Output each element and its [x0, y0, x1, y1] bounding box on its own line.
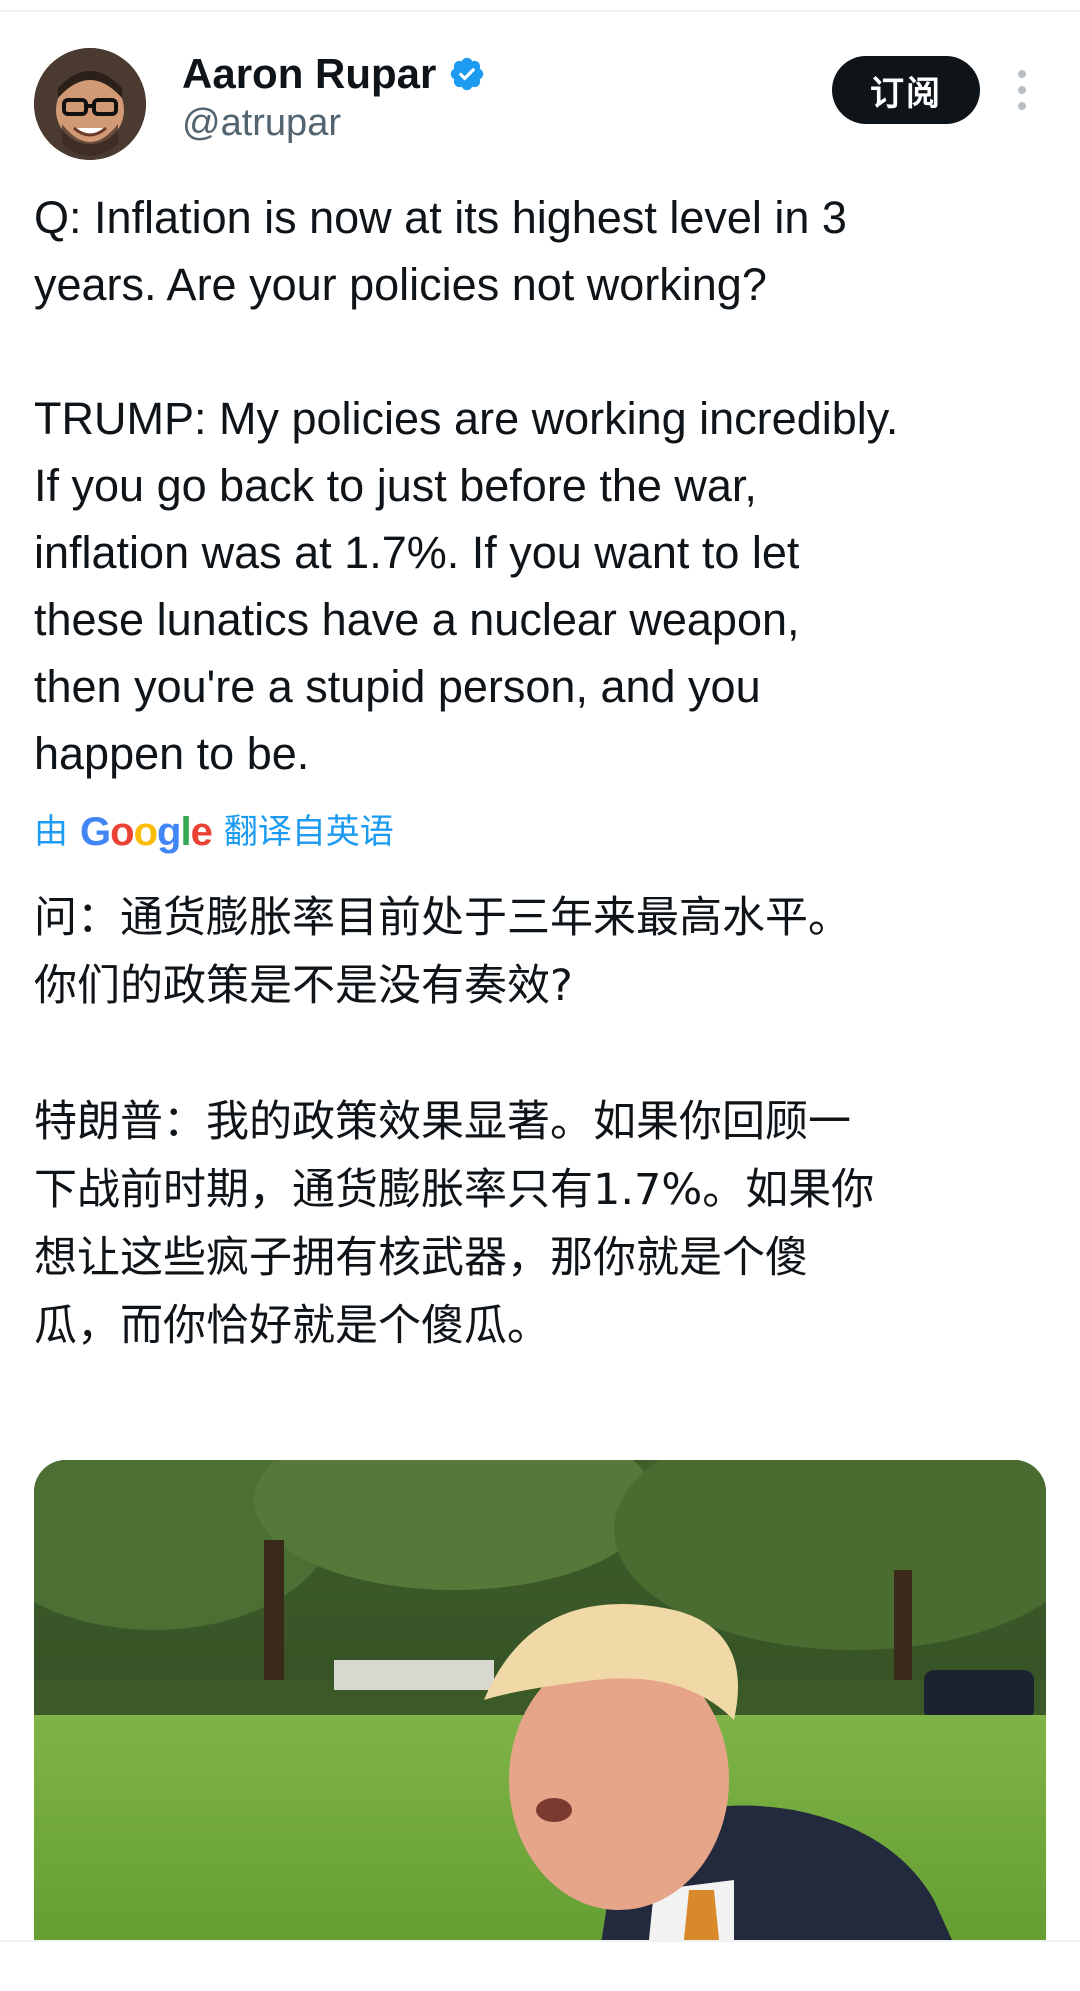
translated-tweet-text: 问：通货膨胀率目前处于三年来最高水平。 你们的政策是不是没有奏效? 特朗普：我的… [34, 893, 875, 1351]
avatar-image [34, 48, 146, 160]
media-photo [34, 1460, 1046, 1989]
bottom-bar [0, 1940, 1080, 1991]
translation-prefix: 由 [34, 812, 68, 852]
tweet-media-image[interactable] [34, 1460, 1046, 1989]
translation-attribution[interactable]: 由 Google 翻译自英语 [34, 808, 394, 856]
verified-badge-icon [451, 57, 484, 91]
subscribe-button[interactable]: 订阅 [832, 56, 980, 124]
author-name-row[interactable]: Aaron Rupar [182, 50, 486, 98]
google-logo: Google [80, 810, 213, 854]
tweet-text: Q: Inflation is now at its highest level… [34, 192, 899, 779]
more-vertical-icon[interactable] [1010, 68, 1034, 112]
avatar[interactable] [34, 48, 146, 160]
author-handle[interactable]: @atrupar [182, 100, 341, 146]
author-display-name[interactable]: Aaron Rupar [182, 50, 436, 98]
translation-suffix: 翻译自英语 [223, 812, 394, 852]
top-divider [0, 10, 1080, 12]
